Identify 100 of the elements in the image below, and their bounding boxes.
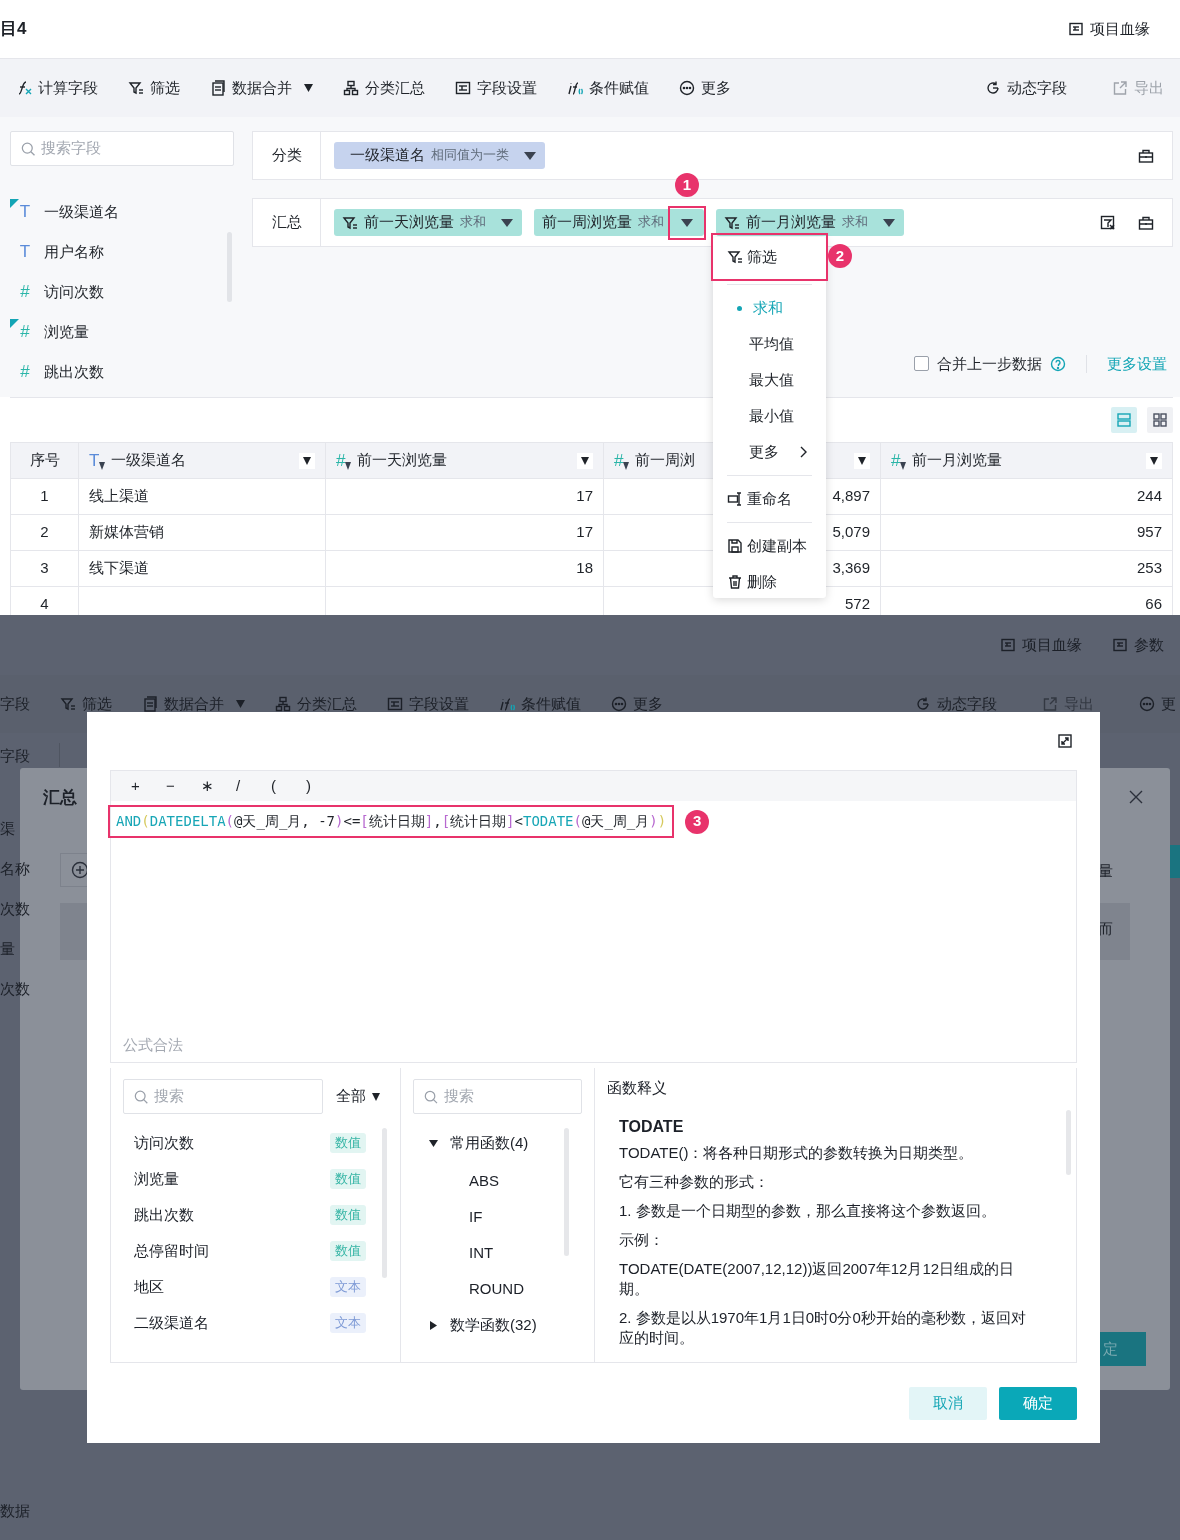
expand-icon [1058, 734, 1072, 748]
close-icon [1128, 789, 1144, 805]
function-item[interactable]: IF [413, 1199, 582, 1235]
expand-button[interactable] [1058, 734, 1072, 748]
column-menu-button[interactable] [854, 452, 870, 469]
field-item[interactable]: T 用户名称 [10, 232, 234, 272]
field-chip[interactable]: 前一月浏览量 求和 [716, 209, 904, 236]
table-cell: 66 [1145, 595, 1162, 613]
field-name: 地区 [134, 1276, 164, 1297]
field-name: 浏览量 [44, 321, 89, 342]
menu-item[interactable]: 更多 [713, 434, 826, 470]
search-input[interactable]: 搜索字段 [41, 137, 223, 160]
export-icon [1112, 80, 1128, 96]
field-chip[interactable]: 前一天浏览量 求和 [334, 209, 522, 236]
column-menu-button[interactable] [1146, 452, 1162, 469]
table-cell: 3,369 [832, 559, 870, 577]
table-cell: 3 [40, 559, 49, 577]
function-name: TODATE [619, 1116, 685, 1137]
table-cell: 572 [844, 595, 870, 613]
toolbar-button[interactable]: 分类汇总 [343, 76, 425, 100]
clear-filter-icon [1100, 214, 1116, 231]
caret-icon [681, 218, 693, 227]
scrollbar [1066, 1110, 1071, 1175]
dialog-title: 汇总 [43, 787, 77, 809]
field-item[interactable]: # 访问次数 [10, 272, 234, 312]
menu-item[interactable]: 重命名 [713, 481, 826, 517]
help-paragraph: 1. 参数是一个日期型的参数，那么直接将这个参数返回。 [619, 1200, 997, 1221]
operator-button[interactable]: + [131, 774, 166, 798]
operator-button[interactable]: − [166, 774, 201, 798]
type-mark: T [18, 201, 32, 224]
toolbar-button[interactable]: 计算字段 [16, 76, 98, 100]
type-mark: # [19, 321, 31, 344]
caret-icon [623, 461, 630, 470]
type-mark: # [19, 281, 31, 304]
operator-button[interactable]: ∗ [201, 774, 236, 798]
function-item[interactable]: INT [413, 1235, 582, 1271]
menu-item[interactable]: 最小值 [713, 398, 826, 434]
function-item[interactable]: ABS [413, 1163, 582, 1199]
field-item[interactable]: T 一级渠道名 [10, 192, 234, 232]
document-icon [210, 80, 226, 96]
field-label: 名称 [0, 859, 30, 879]
more-icon [1139, 696, 1155, 712]
checkbox[interactable] [914, 356, 929, 372]
chip-dropdown[interactable] [670, 207, 704, 238]
column-header: 序号 [29, 450, 60, 471]
table-cell: 4 [40, 595, 49, 613]
column-menu-button[interactable] [299, 452, 315, 469]
type-mark: T [89, 449, 100, 472]
tree-node[interactable]: 常用函数(4) [413, 1125, 582, 1161]
menu-item[interactable]: 最大值 [713, 362, 826, 398]
toolbar-button[interactable]: 条件赋值 [567, 76, 649, 100]
field-item[interactable]: 访问次数 数值 [123, 1125, 388, 1161]
operator-button[interactable]: ( [271, 774, 306, 798]
type-mark: T [18, 241, 32, 264]
lineage-link[interactable]: 项目血缘 [1068, 17, 1150, 41]
filter-icon [60, 696, 76, 712]
menu-item[interactable]: 平均值 [713, 326, 826, 362]
search-input[interactable]: 搜索 [443, 1085, 571, 1108]
field-label: 次数 [0, 979, 30, 999]
field-item[interactable]: 跳出次数 数值 [123, 1197, 388, 1233]
field-chip[interactable]: 一级渠道名 相同值为一类 [334, 142, 545, 169]
field-label: 量 [0, 939, 15, 959]
toolbar-button[interactable]: 更多 [679, 76, 731, 100]
tree-node[interactable]: 数学函数(32) [413, 1307, 582, 1343]
grid-view-toggle[interactable] [1147, 407, 1173, 433]
menu-item[interactable]: 创建副本 [713, 528, 826, 564]
rows-icon [1116, 412, 1132, 428]
field-item[interactable]: # 跳出次数 [10, 352, 234, 392]
field-item[interactable]: # 浏览量 [10, 312, 234, 352]
help-paragraph: 示例： [619, 1229, 665, 1250]
column-header: 前一周浏 [635, 450, 696, 471]
search-input[interactable]: 搜索 [154, 1085, 312, 1108]
operator-button[interactable]: ) [306, 774, 341, 798]
field-item[interactable]: 二级渠道名 文本 [123, 1305, 388, 1341]
column-label: 而 [1098, 919, 1113, 939]
menu-item[interactable]: 删除 [713, 564, 826, 600]
more-icon [611, 696, 627, 712]
toolbar-button[interactable]: 字段设置 [455, 76, 537, 100]
table-cell: 253 [1136, 559, 1162, 577]
type-tag: 文本 [330, 1312, 366, 1334]
caret-icon [99, 461, 106, 470]
refresh-icon [985, 80, 1001, 96]
operator-button[interactable]: / [236, 774, 271, 798]
field-item[interactable]: 地区 文本 [123, 1269, 388, 1305]
list-view-toggle[interactable] [1111, 407, 1137, 433]
type-tag: 数值 [330, 1168, 366, 1190]
hierarchy-icon [343, 80, 359, 96]
table-cell: 17 [576, 487, 593, 505]
filter-icon [727, 249, 743, 265]
type-filter-dropdown[interactable]: 全部 [336, 1085, 380, 1108]
toolbar-button[interactable]: 动态字段 [985, 76, 1067, 100]
form-icon [455, 80, 471, 96]
field-item[interactable]: 浏览量 数值 [123, 1161, 388, 1197]
search-field[interactable]: 字段 [0, 743, 60, 767]
field-item[interactable]: 总停留时间 数值 [123, 1233, 388, 1269]
table-cell: 2 [40, 523, 49, 541]
toolbar-button[interactable]: 数据合并 [210, 76, 313, 100]
column-menu-button[interactable] [577, 452, 593, 469]
function-item[interactable]: ROUND [413, 1271, 582, 1307]
toolbar-button[interactable]: 筛选 [128, 76, 180, 100]
